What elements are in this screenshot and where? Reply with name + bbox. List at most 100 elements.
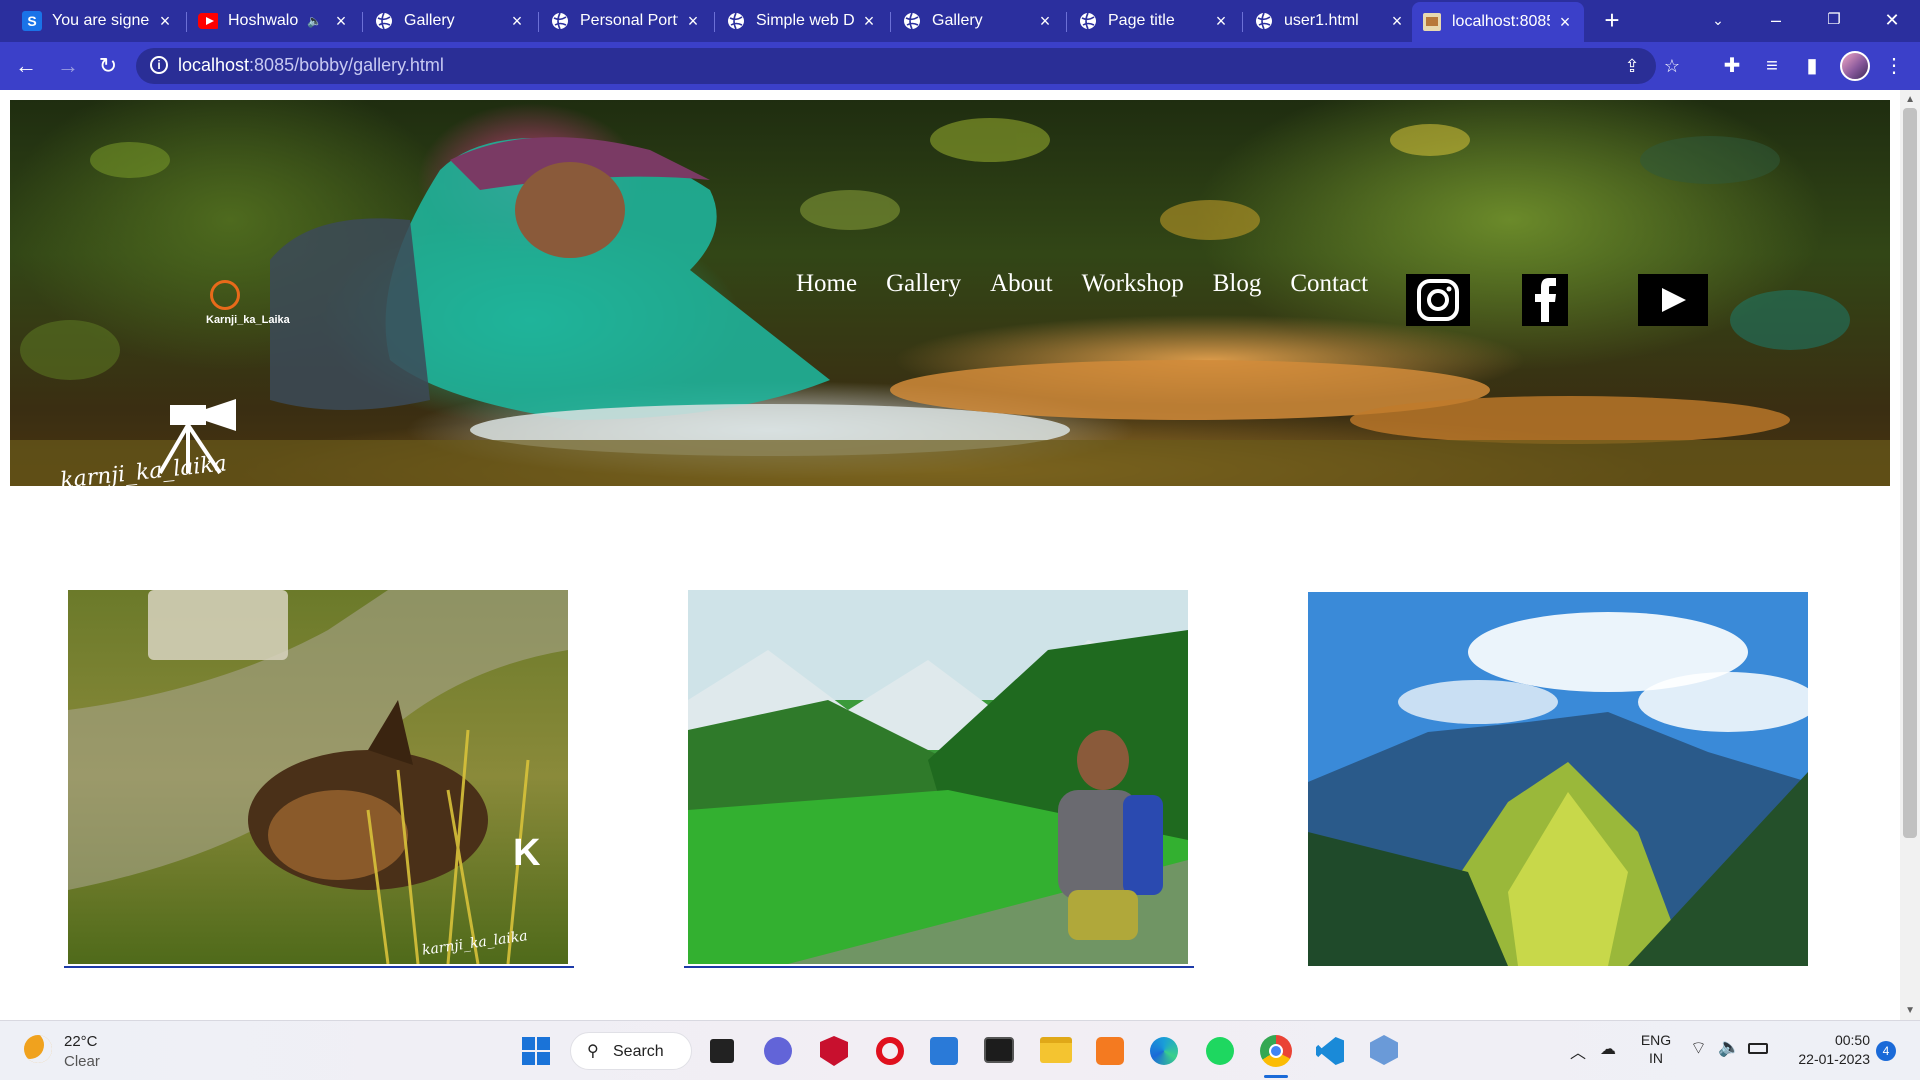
clock-time: 00:50 [1834, 1032, 1870, 1048]
close-icon[interactable]: × [684, 12, 702, 30]
scrollbar[interactable]: ▲ ▼ [1900, 90, 1920, 1020]
task-view-icon[interactable] [710, 1039, 734, 1063]
nav-workshop[interactable]: Workshop [1082, 270, 1184, 298]
menu-icon[interactable]: ⋮ [1880, 52, 1908, 80]
tab-localhost-active[interactable]: localhost:8085 × [1412, 2, 1584, 42]
media-control-icon[interactable]: ≡ [1758, 52, 1786, 80]
tab-personal-portfolio[interactable]: Personal Portfo × [540, 4, 712, 38]
mountain-forest-photo [1308, 592, 1808, 966]
tab-hoshwalo[interactable]: Hoshwalo 🔈 × [188, 4, 360, 38]
weather-icon[interactable] [24, 1035, 52, 1063]
active-app-indicator [1264, 1075, 1288, 1078]
virtualbox-icon[interactable] [1370, 1035, 1398, 1065]
info-icon[interactable]: i [150, 56, 168, 74]
tab-title: Simple web De [756, 12, 854, 29]
microsoft-store-icon[interactable] [930, 1037, 958, 1065]
scroll-down-arrow-icon[interactable]: ▼ [1905, 1005, 1915, 1016]
bookmark-star-icon[interactable]: ☆ [1660, 54, 1684, 78]
url-host: localhost [178, 55, 250, 75]
side-panel-icon[interactable]: ▮ [1798, 52, 1826, 80]
close-icon[interactable]: × [1036, 12, 1054, 30]
tab-gallery-2[interactable]: Gallery × [892, 4, 1064, 38]
instagram-icon[interactable] [1406, 274, 1470, 326]
nav-about[interactable]: About [990, 270, 1053, 298]
weather-temp[interactable]: 22°C [64, 1033, 98, 1050]
tab-simple-web[interactable]: Simple web De × [716, 4, 888, 38]
volume-icon[interactable]: 🔈 [1718, 1037, 1740, 1058]
xampp-icon[interactable] [1096, 1037, 1124, 1065]
nav-blog[interactable]: Blog [1213, 270, 1262, 298]
vscode-icon[interactable] [1316, 1037, 1344, 1065]
nav-home[interactable]: Home [796, 270, 857, 298]
tab-separator [362, 12, 363, 32]
link-underline [64, 966, 574, 968]
onedrive-icon[interactable]: ☁ [1600, 1039, 1616, 1059]
extensions-icon[interactable]: ✚ [1718, 52, 1746, 80]
terminal-icon[interactable] [984, 1037, 1014, 1063]
wifi-icon[interactable]: ⌔ [1690, 1037, 1707, 1060]
close-icon[interactable]: × [1556, 13, 1574, 31]
language-code: ENG [1640, 1032, 1672, 1048]
tab-title: Gallery [404, 12, 455, 29]
close-icon[interactable]: × [1212, 12, 1230, 30]
tab-separator [1242, 12, 1243, 32]
close-icon[interactable]: × [508, 12, 526, 30]
windows-start-icon[interactable] [522, 1037, 550, 1065]
youtube-icon[interactable] [1638, 274, 1708, 326]
reload-icon[interactable]: ↻ [94, 52, 122, 80]
address-bar[interactable]: i localhost:8085/bobby/gallery.html ⇪ ☆ [136, 48, 1680, 84]
clock[interactable]: 00:50 22-01-2023 [1786, 1031, 1870, 1069]
tab-you-are-signed[interactable]: S You are signed × [12, 4, 184, 38]
tab-separator [890, 12, 891, 32]
close-window-button[interactable]: ✕ [1872, 4, 1912, 36]
page-viewport: Karnji_ka_Laika karnji_ka_laika Home Gal… [0, 90, 1920, 1020]
tab-separator [1066, 12, 1067, 32]
battery-icon[interactable] [1748, 1043, 1768, 1054]
tab-page-title[interactable]: Page title × [1068, 4, 1240, 38]
chrome-icon[interactable] [1260, 1035, 1292, 1067]
spotify-icon[interactable] [1206, 1037, 1234, 1065]
share-icon[interactable]: ⇪ [1620, 54, 1644, 78]
scroll-thumb[interactable] [1903, 108, 1917, 838]
edge-icon[interactable] [1150, 1037, 1178, 1065]
page-icon [1422, 12, 1442, 32]
close-icon[interactable]: × [332, 12, 350, 30]
nav-gallery[interactable]: Gallery [886, 270, 961, 298]
gallery-photo-dog[interactable]: karnji_ka_laika K [68, 590, 568, 964]
forward-icon[interactable]: → [54, 52, 82, 80]
opera-icon[interactable] [876, 1037, 904, 1065]
gallery-photo-valley[interactable] [688, 590, 1188, 964]
globe-icon [550, 11, 570, 31]
speaker-icon[interactable]: 🔈 [307, 14, 322, 28]
new-tab-button[interactable]: + [1598, 7, 1626, 35]
main-nav: Home Gallery About Workshop Blog Contact [796, 270, 1397, 298]
mcafee-icon[interactable] [820, 1036, 848, 1066]
notification-badge[interactable]: 4 [1876, 1041, 1896, 1061]
globe-icon [374, 11, 394, 31]
restore-button[interactable]: ❐ [1814, 4, 1854, 36]
tab-gallery[interactable]: Gallery × [364, 4, 536, 38]
show-hidden-icons-chevron-icon[interactable]: ︿ [1570, 1039, 1586, 1063]
scroll-up-arrow-icon[interactable]: ▲ [1905, 94, 1915, 105]
close-icon[interactable]: × [1388, 12, 1406, 30]
close-icon[interactable]: × [156, 12, 174, 30]
gallery-photo-mountain[interactable] [1308, 592, 1808, 966]
back-icon[interactable]: ← [12, 52, 40, 80]
facebook-icon[interactable] [1522, 274, 1568, 326]
tab-separator [538, 12, 539, 32]
language-indicator[interactable]: ENG IN [1636, 1031, 1676, 1067]
logo-text: Karnji_ka_Laika [206, 314, 290, 326]
minimize-button[interactable]: – [1756, 4, 1796, 36]
tab-search-button[interactable]: ⌄ [1698, 4, 1738, 36]
file-explorer-icon[interactable] [1040, 1037, 1072, 1063]
teams-chat-icon[interactable] [764, 1037, 792, 1065]
taskbar-search[interactable]: ⚲ Search [570, 1032, 692, 1070]
close-icon[interactable]: × [860, 12, 878, 30]
globe-icon [902, 11, 922, 31]
avatar[interactable] [1840, 51, 1870, 81]
url-text[interactable]: localhost:8085/bobby/gallery.html [178, 55, 444, 76]
taskbar: 22°C Clear ⚲ Search ︿ ☁ ENG IN ⌔ 🔈 00:50… [0, 1020, 1920, 1080]
tab-user1[interactable]: user1.html × [1244, 4, 1416, 38]
nav-contact[interactable]: Contact [1290, 270, 1368, 298]
dog-in-grass-photo: karnji_ka_laika K [68, 590, 568, 964]
